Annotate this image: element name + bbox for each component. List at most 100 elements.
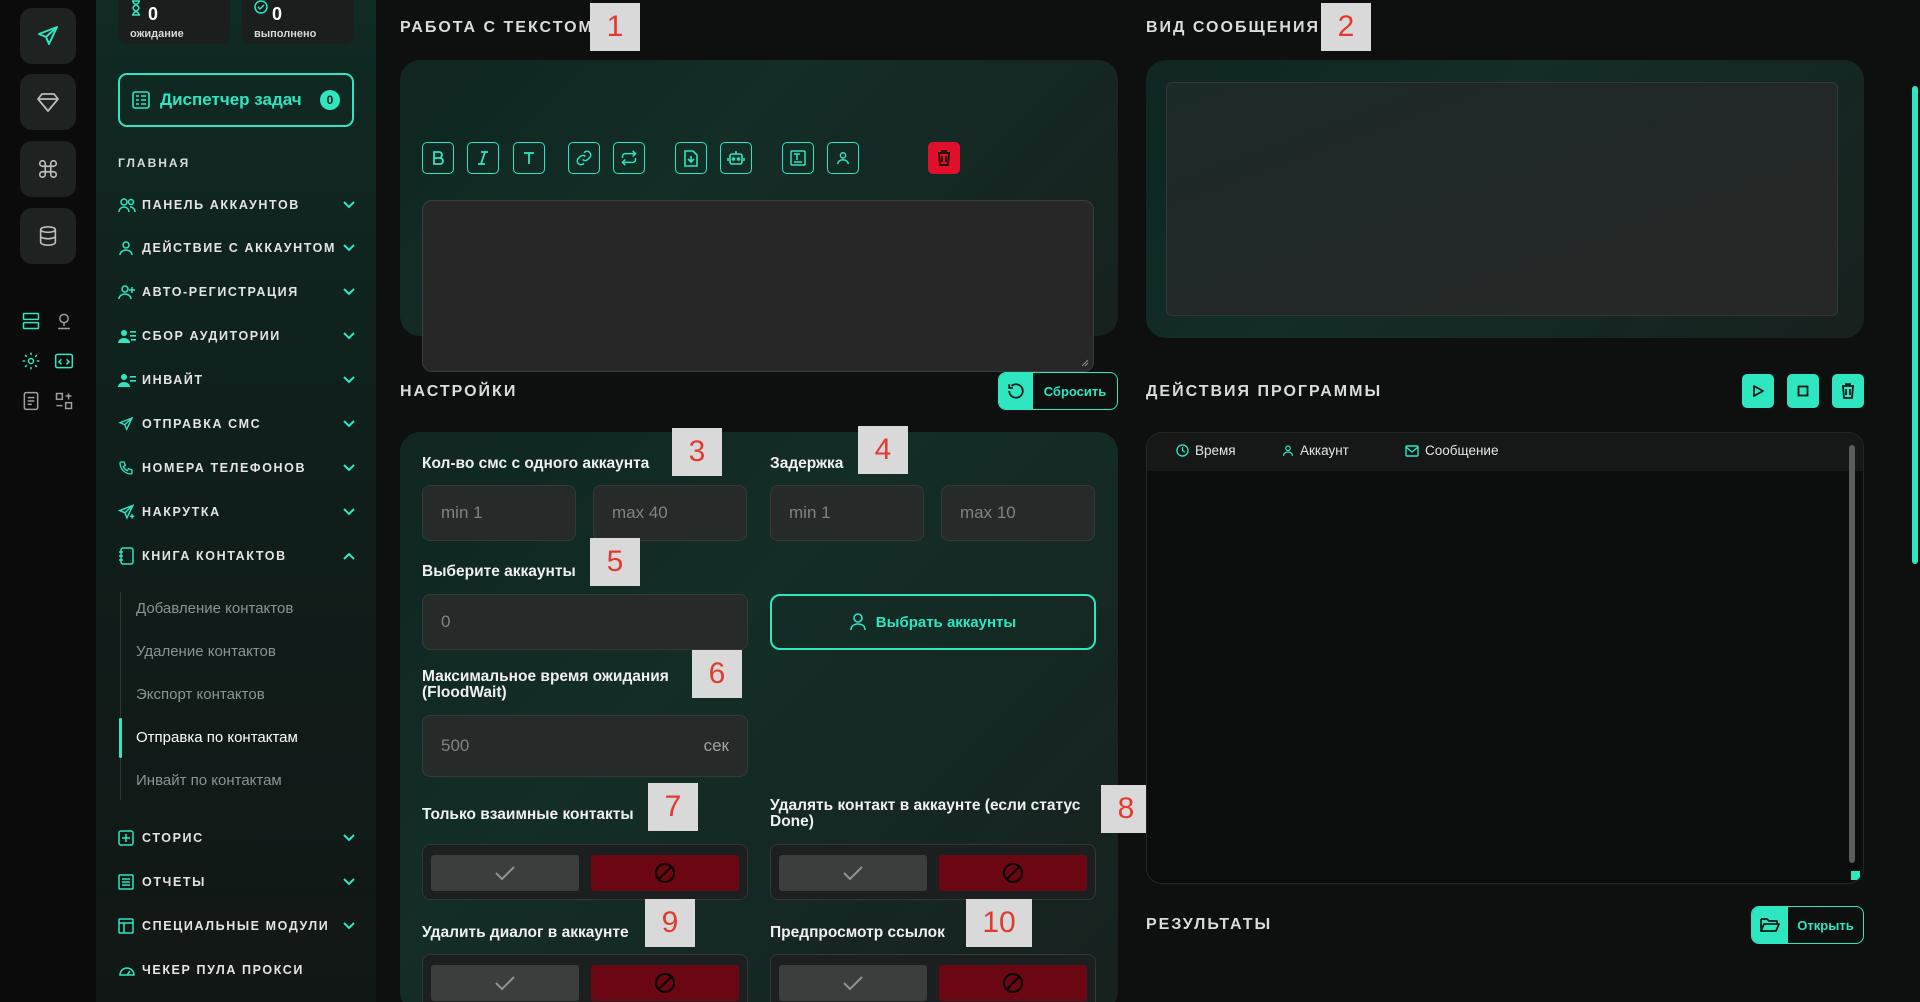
- mutual-contacts-no-button[interactable]: [591, 855, 739, 891]
- annotation-marker-4: 4: [858, 426, 908, 474]
- sidebar-item-send-sms[interactable]: ОТПРАВКА СМС: [118, 412, 356, 436]
- delete-dialog-no-button[interactable]: [591, 965, 739, 1001]
- modules-icon: [118, 918, 134, 934]
- diamond-icon: [37, 93, 59, 112]
- annotation-marker-5: 5: [590, 538, 640, 586]
- rail-command-button[interactable]: [20, 141, 76, 197]
- sidebar-item-stories[interactable]: СТОРИС: [118, 826, 356, 850]
- message-text-input[interactable]: [422, 200, 1094, 372]
- stop-icon: [1797, 385, 1809, 397]
- rail-apps-button[interactable]: [53, 390, 75, 412]
- rail-server-button[interactable]: [20, 310, 42, 332]
- delete-dialog-toggle: [422, 954, 748, 1002]
- sidebar-item-label: СТОРИС: [142, 831, 204, 845]
- sidebar-item-label: СПЕЦИАЛЬНЫЕ МОДУЛИ: [142, 919, 330, 933]
- link-preview-no-button[interactable]: [939, 965, 1087, 1001]
- delay-max-input[interactable]: max 10: [941, 485, 1095, 541]
- sms-count-label: Кол-во смс с одного аккаунта: [422, 455, 650, 472]
- chevron-down-icon: [343, 508, 355, 516]
- chevron-down-icon: [343, 834, 355, 842]
- delete-contact-label: Удалять контакт в аккаунте (если статус …: [770, 798, 1080, 830]
- submenu-export-contacts[interactable]: Экспорт контактов: [136, 686, 265, 703]
- select-accounts-label: Выберите аккаунты: [422, 563, 576, 580]
- contact-book-icon: [119, 547, 134, 565]
- sms-count-min-input[interactable]: min 1: [422, 485, 576, 541]
- audience-icon: [118, 330, 136, 343]
- message-preview: [1166, 82, 1838, 316]
- sidebar-item-account-action[interactable]: ДЕЙСТВИЕ С АККАУНТОМ: [118, 236, 356, 260]
- user-icon: [837, 152, 849, 165]
- submenu-add-contacts[interactable]: Добавление контактов: [136, 600, 293, 617]
- page-scrollbar[interactable]: [1912, 86, 1918, 564]
- selected-accounts-input[interactable]: 0: [422, 594, 748, 650]
- insert-file-button[interactable]: [675, 142, 707, 174]
- rail-send-button[interactable]: [20, 8, 76, 64]
- mutual-contacts-toggle: [422, 844, 748, 900]
- annotation-marker-9: 9: [645, 899, 695, 947]
- user-variable-button[interactable]: [827, 142, 859, 174]
- rail-code-button[interactable]: [53, 350, 75, 372]
- italic-button[interactable]: [467, 142, 499, 174]
- log-resize-handle[interactable]: [1851, 871, 1860, 880]
- clear-log-button[interactable]: [1832, 374, 1864, 408]
- rail-database-button[interactable]: [20, 208, 76, 264]
- report-icon: [118, 874, 134, 890]
- file-download-icon: [684, 149, 698, 167]
- stat-done: 0 выполнено: [242, 0, 354, 44]
- delay-min-input[interactable]: min 1: [770, 485, 924, 541]
- send-icon: [38, 26, 58, 45]
- stat-waiting: 0 ожидание: [118, 0, 230, 44]
- start-button[interactable]: [1742, 374, 1774, 408]
- link-button[interactable]: [568, 142, 600, 174]
- delete-contact-no-button[interactable]: [939, 855, 1087, 891]
- mutual-contacts-yes-button[interactable]: [431, 855, 579, 891]
- sidebar-item-proxy-checker[interactable]: ЧЕКЕР ПУЛА ПРОКСИ: [118, 958, 356, 982]
- sidebar-item-contact-book[interactable]: КНИГА КОНТАКТОВ: [118, 544, 356, 568]
- rail-diamond-button[interactable]: [20, 74, 76, 130]
- select-accounts-button-label: Выбрать аккаунты: [875, 613, 1017, 631]
- chevron-down-icon: [343, 201, 355, 209]
- floodwait-input[interactable]: 500 сек: [422, 715, 748, 777]
- open-results-button[interactable]: Открыть: [1751, 906, 1864, 944]
- sidebar-item-invite[interactable]: ИНВАЙТ: [118, 368, 356, 392]
- sidebar-item-phone-numbers[interactable]: НОМЕРА ТЕЛЕФОНОВ: [118, 456, 356, 480]
- text-style-button[interactable]: [513, 142, 545, 174]
- bold-button[interactable]: [422, 142, 454, 174]
- submenu-delete-contacts[interactable]: Удаление контактов: [136, 643, 276, 660]
- annotation-marker-1: 1: [590, 3, 640, 51]
- delete-contact-yes-button[interactable]: [779, 855, 927, 891]
- sidebar-item-reports[interactable]: ОТЧЕТЫ: [118, 870, 356, 894]
- task-dispatcher-button[interactable]: Диспетчер задач 0: [118, 73, 354, 127]
- delete-dialog-yes-button[interactable]: [431, 965, 579, 1001]
- sidebar-item-boost[interactable]: НАКРУТКА: [118, 500, 356, 524]
- sidebar-item-accounts-panel[interactable]: ПАНЕЛЬ АККАУНТОВ: [118, 193, 356, 217]
- bot-button[interactable]: [720, 142, 752, 174]
- log-scrollbar[interactable]: [1849, 445, 1855, 863]
- rail-location-button[interactable]: [53, 310, 75, 332]
- sidebar-section-main: ГЛАВНАЯ: [118, 156, 191, 170]
- reset-settings-button[interactable]: Сбросить: [998, 372, 1118, 410]
- sms-count-max-input[interactable]: max 40: [593, 485, 747, 541]
- user-icon: [849, 613, 866, 631]
- clear-text-button[interactable]: [928, 142, 960, 174]
- sidebar-item-auto-registration[interactable]: АВТО-РЕГИСТРАЦИЯ: [118, 280, 356, 304]
- rail-settings-button[interactable]: [20, 350, 42, 372]
- folder-open-icon: [1760, 918, 1780, 932]
- resize-handle-icon[interactable]: [1081, 359, 1089, 367]
- submenu-send-by-contacts[interactable]: Отправка по контактам: [136, 729, 298, 746]
- settings-title: НАСТРОЙКИ: [400, 383, 518, 400]
- text-block-button[interactable]: [782, 142, 814, 174]
- link-preview-yes-button[interactable]: [779, 965, 927, 1001]
- sidebar-item-audience-collection[interactable]: СБОР АУДИТОРИИ: [118, 324, 356, 348]
- repeat-button[interactable]: [613, 142, 645, 174]
- text-block-icon: [790, 150, 806, 166]
- floodwait-label-line2: (FloodWait): [422, 684, 507, 701]
- select-accounts-button[interactable]: Выбрать аккаунты: [770, 594, 1096, 650]
- sidebar-item-special-modules[interactable]: СПЕЦИАЛЬНЫЕ МОДУЛИ: [118, 914, 356, 938]
- rail-notes-button[interactable]: [20, 390, 42, 412]
- stop-button[interactable]: [1787, 374, 1819, 408]
- robot-icon: [727, 151, 745, 165]
- floodwait-label: Максимальное время ожидания (FloodWait): [422, 669, 669, 701]
- hourglass-icon: [132, 0, 140, 16]
- submenu-invite-by-contacts[interactable]: Инвайт по контактам: [136, 772, 282, 789]
